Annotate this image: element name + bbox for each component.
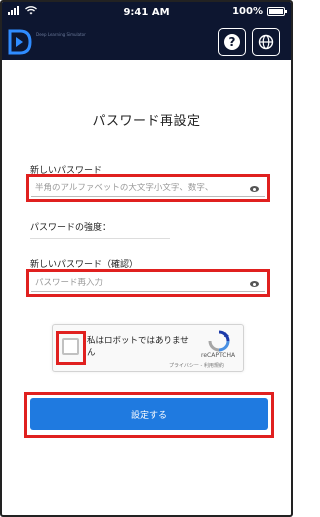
battery-group: 100% xyxy=(232,6,287,17)
globe-icon xyxy=(258,34,274,50)
show-password-eye-icon[interactable] xyxy=(250,186,259,192)
status-bar: 9:41 AM 100% xyxy=(2,2,291,24)
new-password-input[interactable] xyxy=(31,182,241,193)
recaptcha-brand: reCAPTCHA xyxy=(201,352,236,359)
new-password-field-highlight xyxy=(26,174,270,202)
new-password-field xyxy=(31,179,265,197)
password-strength-label: パスワードの強度： xyxy=(30,223,112,233)
recaptcha-links[interactable]: プライバシー - 利用規約 xyxy=(169,362,224,369)
app-logo xyxy=(8,29,32,55)
help-button[interactable]: ? xyxy=(218,28,246,56)
app-header: Deep Learning Simulator ? xyxy=(2,24,291,60)
help-icon: ? xyxy=(224,34,240,50)
recaptcha-label: 私はロボットではありません xyxy=(87,336,189,358)
language-button[interactable] xyxy=(252,28,280,56)
show-confirm-password-eye-icon[interactable] xyxy=(250,281,259,287)
battery-icon xyxy=(267,7,287,16)
page-title: パスワード再設定 xyxy=(92,114,201,129)
recaptcha-logo-icon xyxy=(208,330,230,352)
confirm-password-input[interactable] xyxy=(31,277,241,288)
submit-button[interactable]: 設定する xyxy=(30,398,268,430)
confirm-password-field xyxy=(31,274,265,292)
recaptcha-checkbox-highlight xyxy=(56,331,86,365)
battery-percent: 100% xyxy=(232,6,263,17)
logo-text: Deep Learning Simulator xyxy=(36,32,86,37)
phone-frame: 9:41 AM 100% Deep Learning Simulator ? パ… xyxy=(0,0,293,517)
strength-divider xyxy=(30,238,170,239)
confirm-password-field-highlight xyxy=(26,269,270,297)
